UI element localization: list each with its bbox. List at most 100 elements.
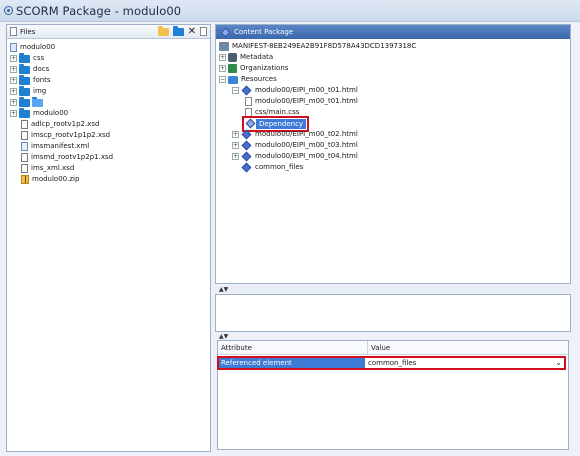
- file-label: css/main.css: [255, 108, 300, 116]
- metadata-label: Metadata: [240, 53, 274, 61]
- resource-icon: [241, 140, 252, 151]
- tree-item-dependency[interactable]: Dependency: [219, 115, 570, 132]
- tree-item-manifest[interactable]: MANIFEST-8EB249EA2B91F8D578A43DCD1397318…: [219, 41, 570, 52]
- files-toolbar: ✕: [157, 25, 207, 37]
- xsd-file-icon: [21, 164, 28, 173]
- panel-splitter[interactable]: ▲▼: [215, 286, 571, 294]
- tree-item-common-files[interactable]: common_files: [219, 162, 570, 173]
- tree-item-resource[interactable]: + modulo00/EIPI_m00_t03.html: [219, 140, 570, 151]
- package-icon: [220, 27, 231, 37]
- expand-icon[interactable]: +: [10, 88, 17, 95]
- tree-item-label: css: [33, 54, 45, 62]
- tree-item[interactable]: imsmd_rootv1p2p1.xsd: [10, 152, 210, 163]
- column-header-value[interactable]: Value: [368, 341, 568, 354]
- properties-top-panel: [215, 294, 571, 332]
- settings-icon[interactable]: [200, 27, 207, 36]
- files-tree: modulo00 + css + docs + fonts + img + + …: [7, 39, 210, 185]
- files-pane-header: Files ✕: [7, 25, 210, 39]
- metadata-icon: [228, 53, 237, 62]
- dependency-highlight: Dependency: [241, 115, 310, 132]
- zip-file-icon: [21, 175, 29, 184]
- xml-file-icon: [21, 142, 28, 151]
- content-package-header: Content Package: [216, 25, 570, 39]
- folder-open-icon: [32, 96, 43, 107]
- tree-item[interactable]: + docs: [10, 63, 210, 75]
- tree-item-label: modulo00: [20, 43, 56, 51]
- chevron-down-icon[interactable]: ⌄: [555, 357, 562, 369]
- tree-item[interactable]: adlcp_rootv1p2.xsd: [10, 119, 210, 130]
- content-package-title: Content Package: [234, 28, 294, 36]
- files-pane: Files ✕ modulo00 + css + docs + fonts + …: [6, 24, 211, 452]
- tree-item-resource[interactable]: − modulo00/EIPI_m00_t01.html: [219, 85, 570, 96]
- common-files-label: common_files: [255, 163, 304, 171]
- folder-icon: [19, 74, 30, 85]
- tree-item[interactable]: modulo00.zip: [10, 174, 210, 185]
- file-icon: [245, 97, 252, 106]
- collapse-handle-icon[interactable]: ▲▼: [219, 286, 228, 293]
- tree-item[interactable]: imsmanifest.xml: [10, 141, 210, 152]
- expand-icon[interactable]: +: [10, 55, 17, 62]
- properties-grid: Attribute Value Referenced element commo…: [217, 340, 569, 450]
- tree-item-organizations[interactable]: + Organizations: [219, 63, 570, 74]
- property-value: common_files: [368, 359, 417, 367]
- window-title: SCORM Package - modulo00: [16, 3, 182, 18]
- resource-label: modulo00/EIPI_m00_t01.html: [255, 86, 358, 94]
- file-icon: [245, 108, 252, 117]
- collapse-icon[interactable]: −: [219, 76, 226, 83]
- tree-item-label: imsmanifest.xml: [31, 142, 90, 150]
- resources-label: Resources: [241, 75, 277, 83]
- tree-item[interactable]: + css: [10, 52, 210, 64]
- property-value-dropdown[interactable]: common_files ⌄: [365, 357, 565, 369]
- tree-item[interactable]: + modulo00: [10, 107, 210, 119]
- dependency-label[interactable]: Dependency: [256, 118, 307, 129]
- xsd-file-icon: [21, 131, 28, 140]
- expand-icon[interactable]: +: [10, 99, 17, 106]
- tree-item[interactable]: modulo00: [10, 42, 210, 53]
- delete-icon[interactable]: ✕: [188, 27, 196, 37]
- expand-icon[interactable]: +: [232, 142, 239, 149]
- file-label: modulo00/EIPI_m00_t01.html: [255, 97, 358, 105]
- resource-label: modulo00/EIPI_m00_t02.html: [255, 130, 358, 138]
- column-header-attribute[interactable]: Attribute: [218, 341, 368, 354]
- tree-item-label: modulo00.zip: [32, 175, 80, 183]
- tree-item-label: img: [33, 87, 47, 95]
- resource-icon: [241, 85, 252, 96]
- tree-item-label: docs: [33, 65, 50, 73]
- tree-item-label: adlcp_rootv1p2.xsd: [31, 120, 100, 128]
- tree-item-file[interactable]: css/main.css: [219, 107, 570, 118]
- app-icon: [4, 6, 13, 15]
- resource-label: modulo00/EIPI_m00_t03.html: [255, 141, 358, 149]
- organizations-label: Organizations: [240, 64, 289, 72]
- expand-icon[interactable]: +: [219, 54, 226, 61]
- grid-header: Attribute Value: [218, 341, 568, 355]
- tree-item[interactable]: ims_xml.xsd: [10, 163, 210, 174]
- dependency-icon: [245, 118, 256, 129]
- tree-item[interactable]: +: [10, 96, 210, 108]
- tree-item-file[interactable]: modulo00/EIPI_m00_t01.html: [219, 96, 570, 107]
- tree-item[interactable]: imscp_rootv1p1p2.xsd: [10, 130, 210, 141]
- tree-item-resource[interactable]: + modulo00/EIPI_m00_t02.html: [219, 129, 570, 140]
- folder-icon: [19, 63, 30, 74]
- open-folder-icon[interactable]: [157, 25, 169, 36]
- collapse-handle-icon[interactable]: ▲▼: [219, 333, 228, 340]
- expand-icon[interactable]: +: [232, 131, 239, 138]
- expand-icon[interactable]: +: [232, 153, 239, 160]
- property-row[interactable]: Referenced element common_files ⌄: [217, 356, 566, 370]
- resources-icon: [228, 75, 238, 84]
- folder-icon: [19, 96, 30, 107]
- new-folder-icon[interactable]: [172, 25, 184, 36]
- window-titlebar: SCORM Package - modulo00: [0, 0, 580, 22]
- expand-icon[interactable]: +: [10, 77, 17, 84]
- collapse-icon[interactable]: −: [232, 87, 239, 94]
- tree-item-label: fonts: [33, 76, 51, 84]
- tree-item[interactable]: + img: [10, 85, 210, 97]
- tree-item-label: imsmd_rootv1p2p1.xsd: [31, 153, 114, 161]
- tree-item-resources[interactable]: − Resources: [219, 74, 570, 85]
- resource-icon: [241, 151, 252, 162]
- expand-icon[interactable]: +: [10, 110, 17, 117]
- expand-icon[interactable]: +: [10, 66, 17, 73]
- tree-item[interactable]: + fonts: [10, 74, 210, 86]
- tree-item-resource[interactable]: + modulo00/EIPI_m00_t04.html: [219, 151, 570, 162]
- tree-item-metadata[interactable]: + Metadata: [219, 52, 570, 63]
- expand-icon[interactable]: +: [219, 65, 226, 72]
